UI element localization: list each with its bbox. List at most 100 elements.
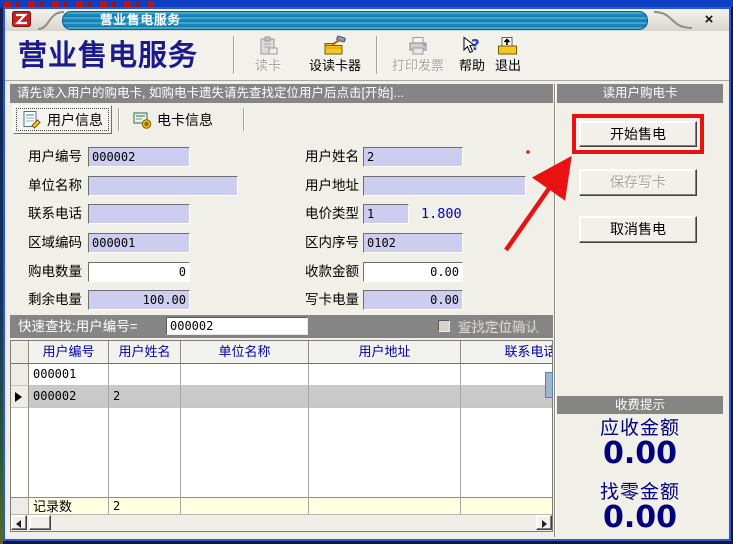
locate-confirm-label: 查找定位确认	[457, 315, 538, 338]
scroll-left-button[interactable]	[11, 515, 27, 530]
print-invoice-button: 打印发票	[382, 35, 454, 77]
locate-confirm-checkbox[interactable]	[438, 320, 450, 332]
help-icon: ?	[452, 35, 492, 57]
cell-address[interactable]	[309, 386, 461, 408]
quick-search-label: 快速查找:用户编号=	[18, 315, 138, 338]
phone-label: 联系电话	[28, 204, 82, 224]
start-sale-button[interactable]: 开始售电	[579, 121, 697, 147]
tab-user-info[interactable]: 用户信息	[13, 105, 112, 134]
change-amount-value: 0.00	[557, 500, 723, 535]
cell-user-id[interactable]: 000002	[29, 386, 109, 408]
screen: 营业售电服务 × 营业售电服务 读卡	[0, 0, 733, 544]
amount-received-field[interactable]	[363, 262, 463, 282]
remaining-label: 剩余电量	[28, 290, 82, 310]
user-name-field[interactable]	[363, 147, 463, 167]
exit-icon	[489, 35, 527, 57]
record-count-value: 2	[109, 497, 181, 515]
cell-user-id[interactable]: 000001	[29, 364, 109, 386]
area-code-field[interactable]	[88, 233, 190, 253]
address-field[interactable]	[363, 176, 526, 196]
current-row-marker-icon	[15, 392, 22, 402]
cell-phone[interactable]	[461, 386, 553, 408]
table-row[interactable]: 000001	[11, 364, 553, 386]
exit-label: 退出	[489, 57, 527, 74]
write-qty-field[interactable]	[363, 290, 463, 310]
table-footer-row: 记录数 2	[11, 497, 553, 515]
tab-separator	[118, 108, 119, 131]
vertical-scrollbar-thumb[interactable]	[545, 372, 553, 398]
save-write-card-button: 保存写卡	[579, 169, 697, 196]
right-panel-header: 读用户购电卡	[557, 84, 723, 103]
amount-received-label: 收款金额	[305, 262, 359, 282]
setup-reader-label: 设读卡器	[299, 57, 371, 74]
price-type-label: 电价类型	[305, 204, 359, 224]
setup-reader-icon	[299, 35, 371, 57]
setup-reader-button[interactable]: 设读卡器	[299, 35, 371, 77]
toolbar-separator	[376, 36, 377, 74]
col-phone[interactable]: 联系电话	[461, 341, 553, 364]
print-invoice-icon	[382, 35, 454, 57]
table-empty-area	[11, 408, 553, 497]
unit-name-field[interactable]	[88, 176, 238, 196]
help-button[interactable]: ? 帮助	[452, 35, 492, 77]
serial-field[interactable]	[363, 233, 463, 253]
titlebar-curve-right	[652, 9, 694, 31]
price-type-field[interactable]	[363, 204, 409, 224]
quick-search-input[interactable]	[166, 317, 308, 335]
scroll-thumb[interactable]	[29, 515, 51, 530]
quick-search-bar: 快速查找:用户编号= 查找定位确认	[10, 315, 553, 338]
horizontal-scrollbar[interactable]	[11, 514, 552, 531]
area-code-label: 区域编码	[28, 233, 82, 253]
titlebar-curve-left	[36, 9, 66, 31]
cell-address[interactable]	[309, 364, 461, 386]
scroll-right-icon	[542, 520, 547, 528]
row-selector[interactable]	[11, 386, 29, 408]
table-header-row: 用户编号 用户姓名 单位名称 用户地址 联系电话	[11, 341, 553, 364]
print-invoice-label: 打印发票	[382, 57, 454, 74]
user-id-label: 用户编号	[28, 147, 82, 167]
receivable-amount-value: 0.00	[557, 436, 723, 471]
user-name-label: 用户姓名	[305, 147, 359, 167]
col-user-name[interactable]: 用户姓名	[109, 341, 181, 364]
close-icon[interactable]: ×	[698, 10, 720, 30]
tab-user-info-label: 用户信息	[47, 110, 103, 130]
tab-separator	[243, 108, 244, 131]
user-info-icon	[22, 110, 42, 130]
col-address[interactable]: 用户地址	[309, 341, 461, 364]
write-qty-label: 写卡电量	[305, 290, 359, 310]
status-message: 请先读入用户的购电卡, 如购电卡遗失请先查找定位用户后点击[开始]...	[10, 84, 553, 103]
col-unit-name[interactable]: 单位名称	[181, 341, 309, 364]
unit-name-label: 单位名称	[28, 176, 82, 196]
record-count-label: 记录数	[29, 497, 109, 515]
unit-price-value: 1.800	[421, 204, 462, 224]
cell-phone[interactable]	[461, 364, 553, 386]
fee-section-header: 收费提示	[557, 396, 723, 414]
cell-user-name[interactable]: 2	[109, 386, 181, 408]
cell-unit-name[interactable]	[181, 386, 309, 408]
help-label: 帮助	[452, 57, 492, 74]
exit-button[interactable]: 退出	[489, 35, 527, 77]
col-user-id[interactable]: 用户编号	[29, 341, 109, 364]
cell-user-name[interactable]	[109, 364, 181, 386]
scroll-left-icon	[16, 520, 21, 528]
user-table: 用户编号 用户姓名 单位名称 用户地址 联系电话 000001 000002 2	[10, 340, 553, 532]
cell-unit-name[interactable]	[181, 364, 309, 386]
footer-selector	[11, 497, 29, 515]
table-selector-header	[11, 341, 29, 364]
row-selector[interactable]	[11, 364, 29, 386]
tab-card-info[interactable]: 电卡信息	[124, 105, 221, 134]
cancel-sale-button[interactable]: 取消售电	[579, 216, 697, 243]
table-row-selected[interactable]: 000002 2	[11, 386, 553, 408]
tab-card-info-label: 电卡信息	[157, 110, 213, 130]
scroll-right-button[interactable]	[536, 515, 552, 530]
remaining-field[interactable]	[88, 290, 190, 310]
toolbar-separator	[233, 36, 234, 74]
app-title: 营业售电服务	[18, 36, 198, 76]
purchase-qty-label: 购电数量	[28, 262, 82, 282]
address-label: 用户地址	[305, 176, 359, 196]
purchase-qty-field[interactable]	[88, 262, 190, 282]
panel-divider	[554, 84, 555, 537]
read-card-icon	[245, 35, 291, 57]
phone-field[interactable]	[88, 204, 190, 224]
user-id-field[interactable]	[88, 147, 190, 167]
